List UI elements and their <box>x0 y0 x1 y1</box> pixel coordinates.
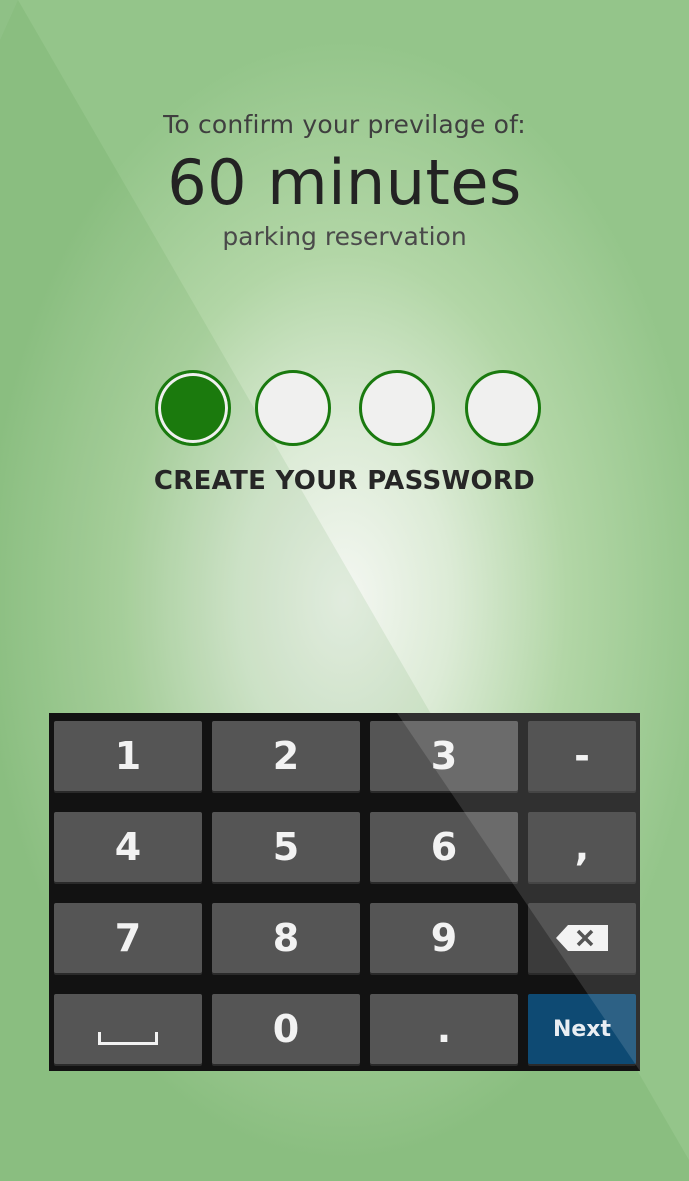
key-8[interactable]: 8 <box>212 903 360 973</box>
key-dash[interactable]: - <box>528 721 636 791</box>
key-comma[interactable]: , <box>528 812 636 882</box>
key-4[interactable]: 4 <box>54 812 202 882</box>
pin-dot-2 <box>255 370 331 446</box>
space-icon <box>98 1031 158 1045</box>
key-6[interactable]: 6 <box>370 812 518 882</box>
confirm-intro-text: To confirm your previlage of: <box>163 110 526 139</box>
create-password-label: CREATE YOUR PASSWORD <box>153 466 536 496</box>
pin-dot-4 <box>465 370 541 446</box>
pin-indicator <box>0 370 689 452</box>
key-3[interactable]: 3 <box>370 721 518 791</box>
backspace-key[interactable] <box>528 903 636 973</box>
key-1[interactable]: 1 <box>54 721 202 791</box>
backspace-icon <box>556 925 608 951</box>
key-5[interactable]: 5 <box>212 812 360 882</box>
pin-dot-3 <box>359 370 435 446</box>
key-period[interactable]: . <box>370 994 518 1064</box>
reservation-type-text: parking reservation <box>222 222 467 251</box>
key-2[interactable]: 2 <box>212 721 360 791</box>
next-button[interactable]: Next <box>528 994 636 1064</box>
key-9[interactable]: 9 <box>370 903 518 973</box>
duration-value: 60 minutes <box>167 146 522 219</box>
numeric-keyboard: 1 2 3 - 4 5 6 , 7 8 9 0 . Next <box>49 713 640 1071</box>
key-7[interactable]: 7 <box>54 903 202 973</box>
key-0[interactable]: 0 <box>212 994 360 1064</box>
pin-dot-1 <box>155 370 231 446</box>
space-key[interactable] <box>54 994 202 1064</box>
